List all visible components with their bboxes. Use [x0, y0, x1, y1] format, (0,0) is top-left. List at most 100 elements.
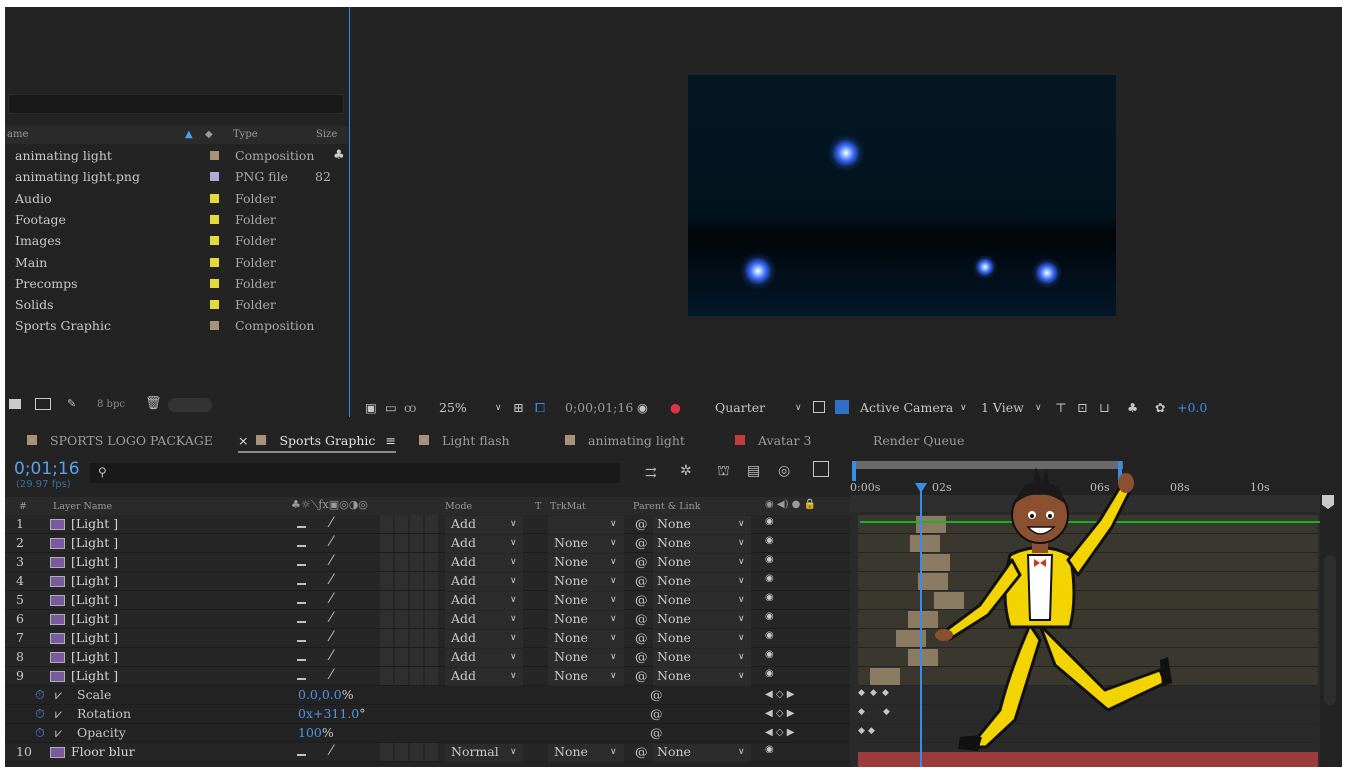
project-item[interactable]: animating light.png PNG file 82: [5, 166, 331, 187]
layer-row[interactable]: 1 [Light ] ⁄ Add ∨ ∨ @ None ∨ ◉: [5, 515, 850, 534]
name-column[interactable]: ame: [7, 129, 28, 140]
shy-switch-icon[interactable]: [297, 748, 306, 756]
parent-dropdown[interactable]: None ∨: [653, 668, 751, 686]
quality-switch-icon[interactable]: ⁄: [330, 610, 332, 626]
switch-box[interactable]: [395, 743, 408, 761]
switch-box[interactable]: [380, 743, 393, 761]
switch-box[interactable]: [410, 553, 423, 571]
current-time[interactable]: 0;01;16: [14, 459, 80, 479]
stopwatch-icon[interactable]: ⏱: [35, 725, 45, 741]
layer-row[interactable]: 8 [Light ] ⁄ Add ∨ None ∨ @ None ∨ ◉: [5, 648, 850, 667]
switch-box[interactable]: [410, 629, 423, 647]
layer-row[interactable]: 7 [Light ] ⁄ Add ∨ None ∨ @ None ∨ ◉: [5, 629, 850, 648]
pick-whip-icon[interactable]: @: [635, 573, 648, 588]
project-item[interactable]: Footage Folder: [5, 209, 330, 230]
pick-whip-icon[interactable]: @: [635, 554, 648, 569]
shy-switch-icon[interactable]: [297, 520, 306, 528]
av-features-icons[interactable]: ◉ ◀) ● 🔒: [765, 499, 816, 510]
layer-name[interactable]: [Light ]: [71, 649, 118, 664]
switch-box[interactable]: [425, 667, 438, 685]
new-composition-icon[interactable]: [35, 398, 51, 410]
track-matte-dropdown[interactable]: None ∨: [548, 535, 624, 553]
property-value[interactable]: 0x+311.0°: [298, 706, 366, 721]
blend-mode-dropdown[interactable]: Normal ∨: [445, 744, 523, 762]
safe-area-icon[interactable]: ⧠: [535, 400, 545, 416]
track-matte-dropdown[interactable]: None ∨: [548, 668, 624, 686]
property-number[interactable]: 0x+311.0: [298, 706, 359, 721]
switch-box[interactable]: [395, 648, 408, 666]
col-parent[interactable]: Parent & Link: [633, 501, 700, 512]
track-matte-dropdown[interactable]: ∨: [548, 516, 624, 534]
track-matte-dropdown[interactable]: None ∨: [548, 573, 624, 591]
shy-switch-icon[interactable]: [297, 577, 306, 585]
stopwatch-icon[interactable]: ⏱: [35, 687, 45, 703]
bpc-label[interactable]: 8 bpc: [97, 399, 125, 410]
reset-exposure-icon[interactable]: ✿: [1155, 400, 1165, 415]
tab-light-flash[interactable]: Light flash: [419, 433, 510, 453]
layer-name[interactable]: [Light ]: [71, 611, 118, 626]
transparency-grid-icon[interactable]: [835, 400, 849, 414]
label-color-swatch[interactable]: [210, 278, 219, 288]
blend-mode-dropdown[interactable]: Add ∨: [445, 554, 523, 572]
switch-box[interactable]: [380, 629, 393, 647]
layer-row[interactable]: 5 [Light ] ⁄ Add ∨ None ∨ @ None ∨ ◉: [5, 591, 850, 610]
layer-row[interactable]: 10 Floor blur ⁄ Normal ∨ None ∨ @ None ∨ ◉: [5, 743, 850, 762]
switch-box[interactable]: [395, 591, 408, 609]
project-search-input[interactable]: [8, 94, 344, 114]
layer-name[interactable]: [Light ]: [71, 516, 118, 531]
switch-box[interactable]: [425, 591, 438, 609]
shy-switch-icon[interactable]: [297, 634, 306, 642]
pick-whip-icon[interactable]: @: [635, 668, 648, 683]
view-chevron-icon[interactable]: ∨: [1035, 403, 1042, 413]
parent-dropdown[interactable]: None ∨: [653, 554, 751, 572]
graph-icon[interactable]: ⩗: [55, 706, 62, 722]
blend-mode-dropdown[interactable]: Add ∨: [445, 649, 523, 667]
keyframe-navigator-icon[interactable]: ◀ ◇ ▶: [765, 727, 794, 738]
keyframe-navigator-icon[interactable]: ◀ ◇ ▶: [765, 689, 794, 700]
region-icon[interactable]: ▣: [365, 400, 377, 415]
motion-blur-icon[interactable]: ▤: [747, 463, 760, 479]
camera-icon[interactable]: ◉: [637, 400, 648, 415]
property-row[interactable]: ⏱ ⩗ Rotation 0x+311.0° @ ◀ ◇ ▶: [5, 705, 850, 724]
switch-box[interactable]: [395, 629, 408, 647]
size-column[interactable]: Size: [316, 129, 337, 140]
scroll-thumb[interactable]: [1324, 555, 1336, 705]
project-item[interactable]: Main Folder: [5, 252, 330, 273]
fast-preview-icon[interactable]: ⊡: [1077, 400, 1087, 415]
thumbnail-slider[interactable]: [168, 398, 212, 412]
switch-box[interactable]: [380, 534, 393, 552]
pick-whip-icon[interactable]: @: [635, 630, 648, 645]
tab-render-queue[interactable]: Render Queue: [873, 433, 964, 453]
blend-mode-dropdown[interactable]: Add ∨: [445, 668, 523, 686]
switch-box[interactable]: [410, 572, 423, 590]
switches-icons[interactable]: ♣☼⟍ƒx▣◎◑◎: [291, 498, 368, 512]
quality-switch-icon[interactable]: ⁄: [330, 629, 332, 645]
keyframe-navigator-icon[interactable]: ◀ ◇ ▶: [765, 708, 794, 719]
layer-name[interactable]: [Light ]: [71, 573, 118, 588]
project-item[interactable]: Images Folder: [5, 230, 330, 251]
layer-name[interactable]: [Light ]: [71, 535, 118, 550]
label-color-swatch[interactable]: [210, 257, 219, 267]
switch-box[interactable]: [395, 515, 408, 533]
interpret-footage-icon[interactable]: [9, 399, 21, 409]
eye-icon[interactable]: ◉: [765, 668, 774, 679]
blend-mode-dropdown[interactable]: Add ∨: [445, 592, 523, 610]
tab-animating-light[interactable]: animating light: [565, 433, 685, 453]
tab-sports-logo-package[interactable]: SPORTS LOGO PACKAGE: [27, 433, 213, 453]
switch-box[interactable]: [410, 743, 423, 761]
switch-box[interactable]: [380, 610, 393, 628]
tab-avatar-3[interactable]: Avatar 3: [735, 433, 811, 453]
blend-mode-dropdown[interactable]: Add ∨: [445, 535, 523, 553]
eye-icon[interactable]: ◉: [765, 649, 774, 660]
timeline-scrollbar[interactable]: [1320, 495, 1342, 767]
eye-icon[interactable]: ◉: [765, 630, 774, 641]
flowchart-icon[interactable]: ♣: [333, 148, 345, 163]
flowchart-icon[interactable]: ✎: [67, 397, 76, 410]
type-column[interactable]: Type: [233, 129, 258, 140]
col-trkmat[interactable]: TrkMat: [550, 501, 586, 512]
graph-icon[interactable]: ⩗: [55, 725, 62, 741]
blend-mode-dropdown[interactable]: Add ∨: [445, 573, 523, 591]
quality-switch-icon[interactable]: ⁄: [330, 572, 332, 588]
property-value[interactable]: 0.0,0.0%: [298, 687, 354, 702]
region-of-interest-icon[interactable]: [813, 401, 825, 413]
